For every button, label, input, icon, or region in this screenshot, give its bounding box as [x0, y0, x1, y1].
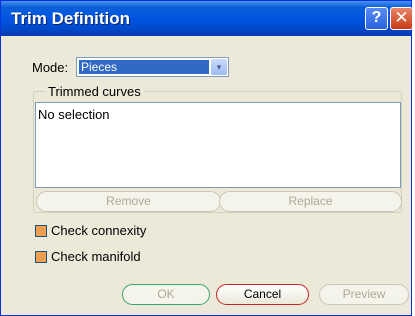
check-manifold-checkbox[interactable] [35, 251, 47, 263]
mode-selected-value: Pieces [79, 60, 209, 74]
close-button[interactable]: ✕ [390, 7, 413, 30]
check-manifold-label: Check manifold [51, 249, 141, 264]
check-connexity-label: Check connexity [51, 223, 147, 238]
chevron-down-icon: ▾ [216, 62, 222, 72]
remove-button[interactable]: Remove [36, 191, 221, 212]
replace-button[interactable]: Replace [219, 191, 402, 212]
trimmed-curves-list[interactable]: No selection [35, 102, 401, 188]
preview-button[interactable]: Preview [319, 284, 409, 305]
check-connexity-checkbox[interactable] [35, 225, 47, 237]
close-icon: ✕ [394, 8, 409, 27]
title-bar[interactable]: Trim Definition ? ✕ [1, 1, 413, 36]
help-icon: ? [371, 9, 382, 26]
list-item[interactable]: No selection [38, 107, 110, 122]
dialog-title: Trim Definition [11, 9, 130, 28]
help-button[interactable]: ? [365, 7, 388, 30]
ok-button[interactable]: OK [122, 284, 210, 305]
check-connexity-option[interactable]: Check connexity [35, 223, 146, 238]
mode-label: Mode: [32, 60, 69, 75]
dropdown-button[interactable]: ▾ [211, 59, 227, 75]
trim-definition-dialog: Trim Definition ? ✕ Mode: Pieces ▾ Trimm… [0, 0, 413, 316]
check-manifold-option[interactable]: Check manifold [35, 249, 141, 264]
mode-dropdown[interactable]: Pieces ▾ [76, 57, 229, 77]
trimmed-curves-label: Trimmed curves [45, 84, 144, 99]
cancel-button[interactable]: Cancel [216, 284, 309, 305]
